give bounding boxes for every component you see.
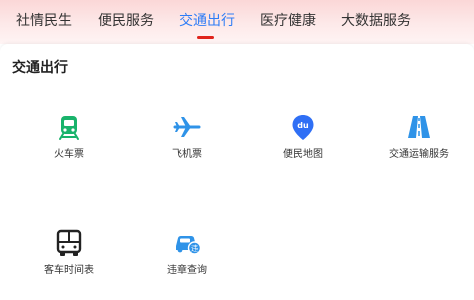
map-pin-text: du <box>297 121 309 130</box>
tab-big-data-services[interactable]: 大数据服务 <box>341 0 411 44</box>
item-label: 交通运输服务 <box>389 149 449 160</box>
tab-social-livelihood[interactable]: 社情民生 <box>16 0 72 44</box>
violation-query-item[interactable]: 违 违章查询 <box>128 228 246 278</box>
map-pin-icon: du <box>292 115 314 140</box>
car-inquiry-icon: 违 <box>176 236 202 255</box>
tab-medical-health[interactable]: 医疗健康 <box>260 0 316 44</box>
road-icon <box>408 116 430 138</box>
train-ticket-item[interactable]: 火车票 <box>10 112 128 162</box>
bus-schedule-item[interactable]: 客车时间表 <box>10 228 128 278</box>
item-label: 客车时间表 <box>44 265 94 276</box>
active-tab-indicator <box>197 36 214 39</box>
airplane-icon <box>173 117 201 137</box>
convenience-map-item[interactable]: du 便民地图 <box>244 112 362 162</box>
item-label: 火车票 <box>54 149 84 160</box>
section-title: 交通出行 <box>12 60 68 76</box>
transport-service-item[interactable]: 交通运输服务 <box>360 112 474 162</box>
item-label: 飞机票 <box>172 149 202 160</box>
tab-convenience-services[interactable]: 便民服务 <box>98 0 154 44</box>
item-label: 便民地图 <box>283 149 323 160</box>
top-tab-bar: 社情民生 便民服务 交通出行 医疗健康 大数据服务 <box>0 0 474 44</box>
violation-badge-text: 违 <box>191 245 198 253</box>
bus-icon <box>56 229 82 256</box>
flight-ticket-item[interactable]: 飞机票 <box>128 112 246 162</box>
item-label: 违章查询 <box>167 265 207 276</box>
train-icon <box>59 116 79 140</box>
